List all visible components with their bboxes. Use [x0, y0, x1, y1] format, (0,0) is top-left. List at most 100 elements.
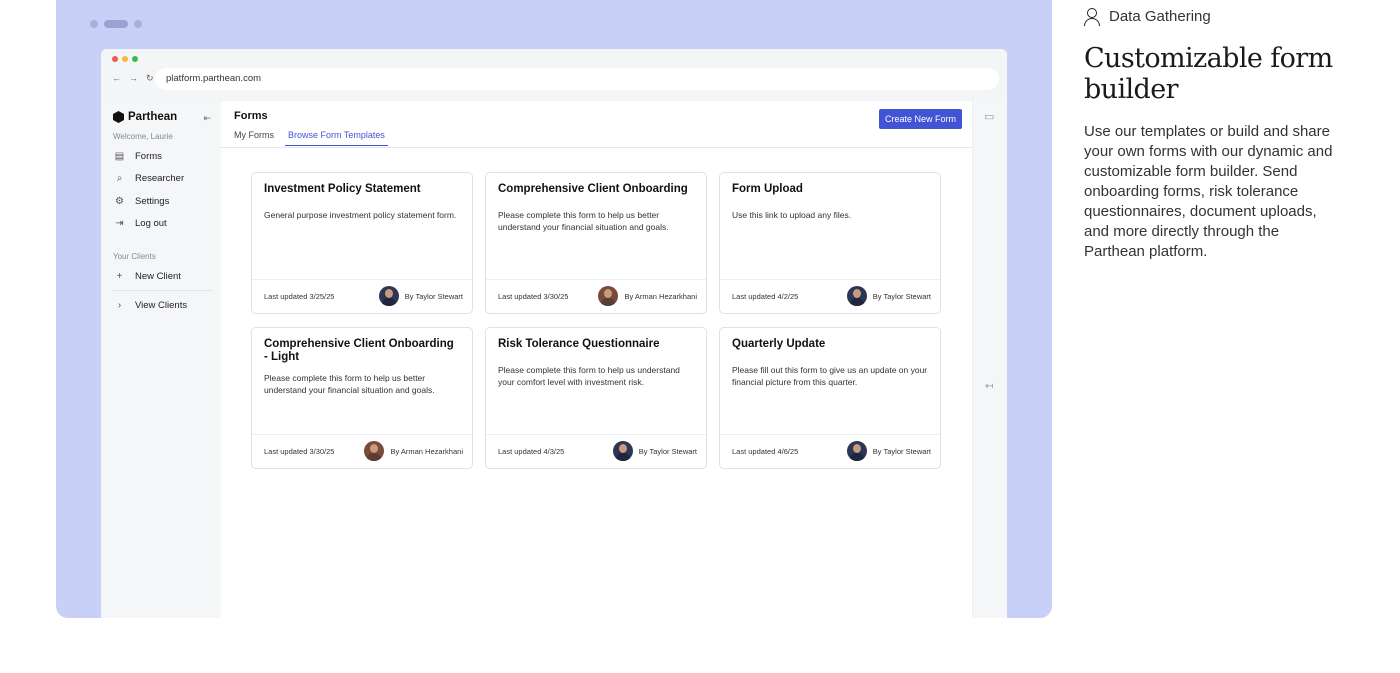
feature-headline: Customizable form builder	[1084, 43, 1333, 105]
form-template-card[interactable]: Investment Policy Statement General purp…	[251, 172, 473, 314]
carousel-dot-active[interactable]	[104, 20, 128, 28]
browser-toolbar: ← → ↻ platform.parthean.com	[101, 49, 1007, 101]
card-author: By Arman Hezarkhani	[364, 441, 463, 461]
url-bar[interactable]: platform.parthean.com	[155, 68, 999, 90]
card-description: Please complete this form to help us bet…	[264, 373, 435, 395]
sidebar-item-label: Forms	[135, 150, 162, 162]
author-name: By Taylor Stewart	[638, 446, 697, 456]
reload-icon[interactable]: ↻	[146, 73, 154, 84]
avatar	[364, 441, 385, 461]
sidebar-item-logout[interactable]: ⇥ Log out	[113, 213, 221, 236]
card-title: Comprehensive Client Onboarding	[498, 183, 688, 195]
gear-icon: ⚙	[115, 195, 124, 207]
carousel-dots	[90, 20, 142, 28]
card-author: By Taylor Stewart	[378, 286, 463, 306]
form-template-card[interactable]: Comprehensive Client Onboarding Please c…	[485, 172, 707, 314]
card-footer: Last updated 3/30/25 By Arman Hezarkhani	[252, 434, 472, 468]
form-template-card[interactable]: Form Upload Use this link to upload any …	[719, 172, 941, 314]
sidebar-item-label: Settings	[135, 195, 170, 207]
search-icon: ⌕	[116, 173, 123, 185]
last-updated: Last updated 4/3/25	[498, 447, 565, 456]
form-template-card[interactable]: Comprehensive Client Onboarding - Light …	[251, 327, 473, 469]
author-name: By Taylor Stewart	[404, 291, 463, 301]
card-author: By Taylor Stewart	[846, 441, 931, 461]
form-template-grid: Investment Policy Statement General purp…	[251, 172, 941, 469]
expand-panel-icon[interactable]: ↤	[985, 381, 993, 392]
sidebar-item-label: View Clients	[135, 300, 188, 312]
clients-section-label: Your Clients	[113, 252, 156, 261]
brand-name: Parthean	[128, 111, 178, 123]
last-updated: Last updated 3/30/25	[264, 447, 335, 456]
feature-tag: Data Gathering	[1084, 8, 1344, 26]
last-updated: Last updated 4/6/25	[732, 447, 799, 456]
avatar	[612, 441, 633, 461]
window-controls	[112, 56, 138, 62]
page-title: Forms	[234, 110, 268, 122]
carousel-dot[interactable]	[90, 20, 98, 28]
feature-tag-label: Data Gathering	[1109, 8, 1211, 25]
sidebar-divider	[113, 289, 213, 291]
tab-my-forms[interactable]: My Forms	[234, 130, 274, 146]
welcome-text: Welcome, Laurie	[113, 132, 173, 141]
avatar	[846, 441, 867, 461]
card-footer: Last updated 4/2/25 By Taylor Stewart	[720, 279, 940, 313]
document-icon: ▤	[114, 150, 125, 162]
card-footer: Last updated 3/30/25 By Arman Hezarkhani	[486, 279, 706, 313]
last-updated: Last updated 3/30/25	[498, 292, 569, 301]
card-footer: Last updated 4/3/25 By Taylor Stewart	[486, 434, 706, 468]
avatar	[598, 286, 619, 306]
sidebar-item-settings[interactable]: ⚙ Settings	[113, 190, 221, 213]
sidebar-item-label: Researcher	[135, 173, 185, 185]
card-title: Comprehensive Client Onboarding - Light	[264, 338, 454, 363]
card-description: Use this link to upload any files.	[732, 210, 852, 220]
sidebar-item-researcher[interactable]: ⌕ Researcher	[113, 168, 221, 191]
close-window-dot[interactable]	[112, 56, 118, 62]
feature-body: Use our templates or build and share you…	[1084, 123, 1333, 260]
sidebar-item-new-client[interactable]: + New Client	[113, 265, 221, 288]
collapse-sidebar-icon[interactable]: ⇤	[203, 113, 211, 124]
card-author: By Taylor Stewart	[846, 286, 931, 306]
form-tabs: My Forms Browse Form Templates	[234, 130, 388, 146]
main-content: Forms My Forms Browse Form Templates Cre…	[221, 101, 972, 618]
card-title: Quarterly Update	[732, 338, 826, 350]
card-description: Please complete this form to help us bet…	[498, 210, 669, 232]
hexagon-logo-icon	[113, 111, 124, 123]
author-name: By Taylor Stewart	[872, 446, 931, 456]
card-title: Risk Tolerance Questionnaire	[498, 338, 660, 350]
avatar	[846, 286, 867, 306]
card-description: Please fill out this form to give us an …	[732, 365, 928, 387]
card-footer: Last updated 4/6/25 By Taylor Stewart	[720, 434, 940, 468]
app-shell: Parthean ⇤ Welcome, Laurie ▤ Forms ⌕ Res…	[101, 101, 1007, 618]
author-name: By Arman Hezarkhani	[624, 291, 697, 301]
form-template-card[interactable]: Risk Tolerance Questionnaire Please comp…	[485, 327, 707, 469]
maximize-window-dot[interactable]	[132, 56, 138, 62]
right-rail: ▭ ↤	[972, 101, 1007, 618]
plus-icon: +	[116, 270, 123, 282]
author-name: By Arman Hezarkhani	[390, 446, 463, 456]
last-updated: Last updated 3/25/25	[264, 292, 335, 301]
carousel-dot[interactable]	[134, 20, 142, 28]
last-updated: Last updated 4/2/25	[732, 292, 799, 301]
chat-icon[interactable]: ▭	[984, 110, 994, 123]
sidebar-item-forms[interactable]: ▤ Forms	[113, 145, 221, 168]
browser-window: ← → ↻ platform.parthean.com Parthean ⇤ W…	[101, 49, 1007, 618]
card-author: By Arman Hezarkhani	[598, 286, 697, 306]
sidebar-item-view-clients[interactable]: › View Clients	[113, 295, 221, 318]
card-description: General purpose investment policy statem…	[264, 210, 457, 220]
logout-icon: ⇥	[115, 218, 124, 230]
back-arrow-icon[interactable]: ←	[112, 73, 121, 84]
chevron-right-icon: ›	[117, 300, 122, 312]
tabs-divider	[221, 147, 972, 148]
card-author: By Taylor Stewart	[612, 441, 697, 461]
card-title: Investment Policy Statement	[264, 183, 421, 195]
hero-panel: ← → ↻ platform.parthean.com Parthean ⇤ W…	[56, 0, 1052, 618]
create-new-form-button[interactable]: Create New Form	[878, 109, 962, 129]
forward-arrow-icon[interactable]: →	[129, 73, 138, 84]
minimize-window-dot[interactable]	[122, 56, 128, 62]
sidebar-item-label: New Client	[135, 270, 181, 282]
form-template-card[interactable]: Quarterly Update Please fill out this fo…	[719, 327, 941, 469]
sidebar: Parthean ⇤ Welcome, Laurie ▤ Forms ⌕ Res…	[101, 101, 221, 618]
author-name: By Taylor Stewart	[872, 291, 931, 301]
feature-description: Data Gathering Customizable form builder…	[1084, 0, 1344, 262]
tab-browse-form-templates[interactable]: Browse Form Templates	[285, 130, 388, 146]
